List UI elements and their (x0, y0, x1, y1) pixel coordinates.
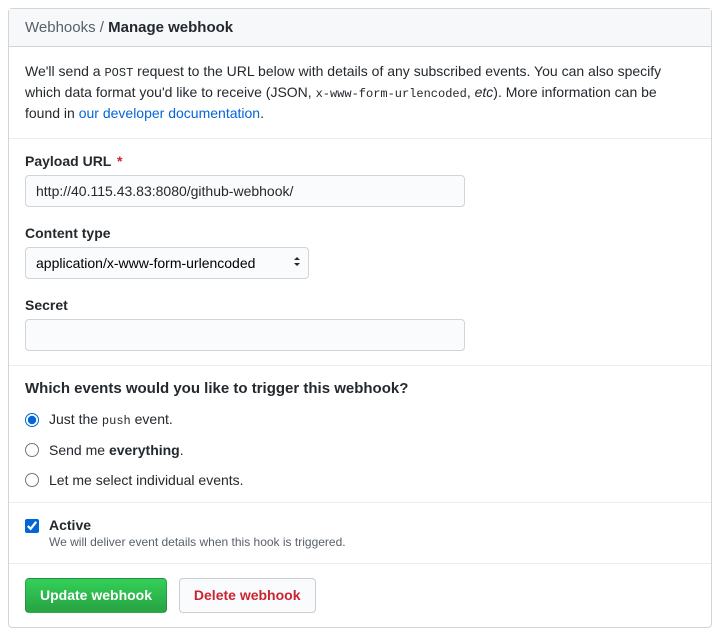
active-checkbox[interactable] (25, 519, 39, 533)
event-option-individual[interactable]: Let me select individual events. (25, 472, 695, 488)
page-title: Manage webhook (108, 19, 233, 36)
breadcrumb-separator: / (96, 19, 109, 36)
delete-webhook-button[interactable]: Delete webhook (179, 578, 316, 613)
breadcrumb-parent[interactable]: Webhooks (25, 19, 96, 36)
webhook-panel: Webhooks / Manage webhook We'll send a P… (8, 8, 712, 628)
payload-url-label: Payload URL * (25, 153, 695, 169)
active-label: Active (49, 517, 346, 533)
active-description: We will deliver event details when this … (49, 535, 346, 549)
post-code: POST (104, 66, 133, 80)
intro-text: We'll send a POST request to the URL bel… (9, 47, 711, 139)
event-option-everything[interactable]: Send me everything. (25, 442, 695, 458)
secret-group: Secret (25, 297, 695, 351)
panel-header: Webhooks / Manage webhook (9, 9, 711, 47)
required-asterisk: * (117, 153, 122, 169)
content-type-group: Content type application/x-www-form-urle… (25, 225, 695, 279)
radio-everything[interactable] (25, 443, 39, 457)
payload-url-group: Payload URL * (25, 153, 695, 207)
form-section: Payload URL * Content type application/x… (9, 139, 711, 366)
actions-section: Update webhook Delete webhook (9, 564, 711, 627)
secret-input[interactable] (25, 319, 465, 351)
content-type-select[interactable]: application/x-www-form-urlencoded (25, 247, 309, 279)
update-webhook-button[interactable]: Update webhook (25, 578, 167, 613)
events-heading: Which events would you like to trigger t… (25, 380, 695, 397)
event-option-push[interactable]: Just the push event. (25, 411, 695, 428)
developer-docs-link[interactable]: our developer documentation (79, 105, 260, 121)
radio-individual[interactable] (25, 473, 39, 487)
payload-url-input[interactable] (25, 175, 465, 207)
content-type-label: Content type (25, 225, 695, 241)
secret-label: Secret (25, 297, 695, 313)
urlencoded-code: x-www-form-urlencoded (316, 87, 467, 101)
radio-push[interactable] (25, 413, 39, 427)
events-section: Which events would you like to trigger t… (9, 366, 711, 503)
active-section: Active We will deliver event details whe… (9, 503, 711, 564)
